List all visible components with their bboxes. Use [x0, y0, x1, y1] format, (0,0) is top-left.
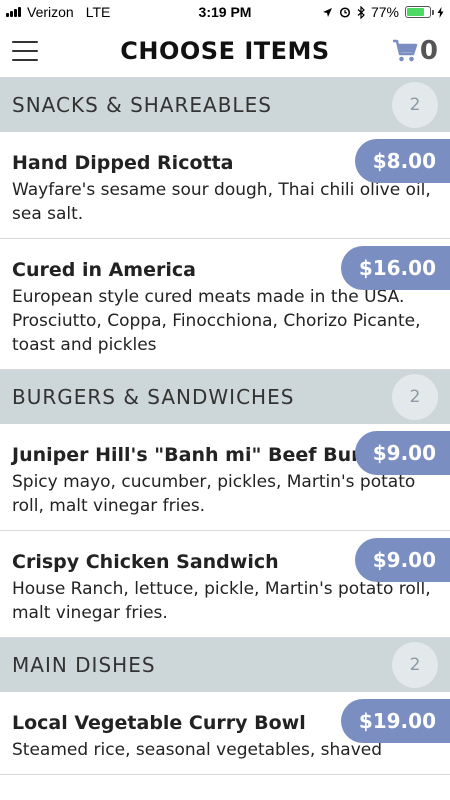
menu-item[interactable]: Local Vegetable Curry Bowl Steamed rice, … [0, 692, 450, 775]
status-left: Verizon LTE [6, 4, 110, 20]
section-header[interactable]: SNACKS & SHAREABLES 2 [0, 78, 450, 132]
section-count-badge: 2 [392, 642, 438, 688]
signal-icon [6, 7, 21, 17]
price-button[interactable]: $9.00 [354, 538, 450, 582]
item-description: House Ranch, lettuce, pickle, Martin's p… [12, 579, 431, 623]
menu-item[interactable]: Crispy Chicken Sandwich House Ranch, lett… [0, 531, 450, 638]
item-description: European style cured meats made in the U… [12, 287, 421, 355]
section-count-badge: 2 [392, 374, 438, 420]
hamburger-icon[interactable] [12, 40, 38, 61]
section-title: BURGERS & SANDWICHES [12, 385, 295, 409]
price-button[interactable]: $19.00 [340, 699, 450, 743]
battery-level [407, 8, 424, 16]
battery-icon [405, 6, 434, 18]
network-label: LTE [85, 4, 111, 20]
price-button[interactable]: $16.00 [340, 246, 450, 290]
item-description: Wayfare's sesame sour dough, Thai chili … [12, 180, 431, 224]
section-title: SNACKS & SHAREABLES [12, 93, 272, 117]
menu-item[interactable]: Hand Dipped Ricotta Wayfare's sesame sour… [0, 132, 450, 239]
section-header[interactable]: BURGERS & SANDWICHES 2 [0, 370, 450, 424]
page-title: CHOOSE ITEMS [120, 36, 330, 65]
app-header: CHOOSE ITEMS 0 [0, 24, 450, 78]
menu-item[interactable]: Juniper Hill's "Banh mi" Beef Burger Spic… [0, 424, 450, 531]
price-button[interactable]: $8.00 [354, 139, 450, 183]
section-title: MAIN DISHES [12, 653, 156, 677]
section-count-badge: 2 [392, 82, 438, 128]
battery-percent: 77% [370, 4, 399, 20]
item-description: Spicy mayo, cucumber, pickles, Martin's … [12, 472, 416, 516]
charging-icon [437, 6, 444, 18]
cart-button[interactable]: 0 [392, 36, 438, 66]
price-button[interactable]: $9.00 [354, 431, 450, 475]
location-icon [322, 7, 332, 17]
section-header[interactable]: MAIN DISHES 2 [0, 638, 450, 692]
alarm-icon [339, 7, 351, 18]
carrier-label: Verizon [27, 4, 74, 20]
bluetooth-icon [357, 5, 365, 19]
menu-item[interactable]: Cured in America European style cured mea… [0, 239, 450, 370]
status-right: 77% [322, 4, 444, 20]
status-bar: Verizon LTE 3:19 PM 77% [0, 0, 450, 24]
cart-icon [392, 39, 418, 61]
menu-list: SNACKS & SHAREABLES 2 Hand Dipped Ricotta W… [0, 78, 450, 775]
cart-count: 0 [419, 35, 438, 66]
